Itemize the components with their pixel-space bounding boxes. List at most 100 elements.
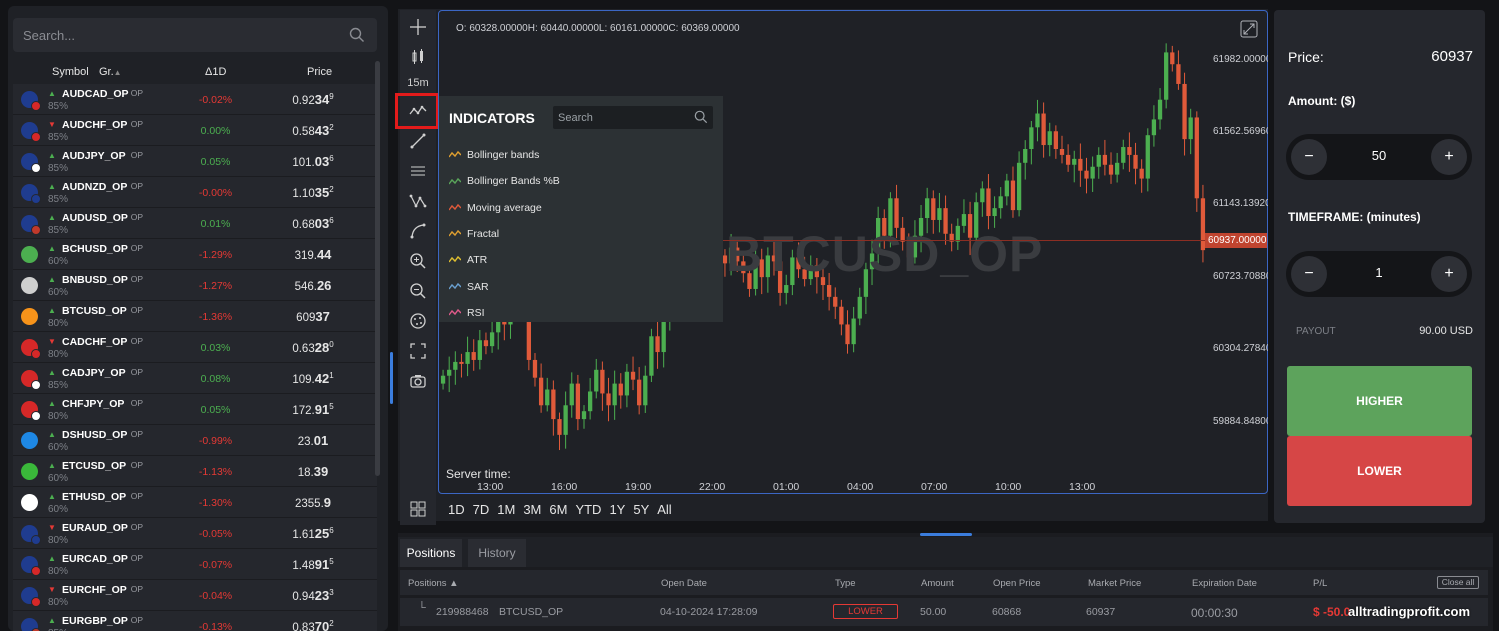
amount-increase-button[interactable]: + — [1431, 139, 1467, 175]
list-item[interactable]: ▼ EURCHF_OP OP 80% -0.04% 0.94233 — [13, 580, 377, 611]
list-item[interactable]: ▲ AUDUSD_OP OP 85% 0.01% 0.68036 — [13, 208, 377, 239]
instrument-search[interactable] — [13, 18, 377, 52]
instrument-change: 0.03% — [200, 342, 231, 354]
list-item[interactable]: ▲ BCHUSD_OP OP 60% -1.29% 319.44 — [13, 239, 377, 270]
indicator-item[interactable]: ATR — [449, 254, 487, 266]
chart-watermark: BTCUSD_OP — [726, 226, 1044, 282]
position-open-price: 60868 — [992, 606, 1022, 618]
col-type[interactable]: Type — [835, 578, 856, 589]
indicators-search-input[interactable] — [553, 106, 688, 129]
period-6m[interactable]: 6M — [549, 502, 567, 517]
list-item[interactable]: ▲ AUDJPY_OP OP 85% 0.05% 101.036 — [13, 146, 377, 177]
layout-icon[interactable] — [403, 496, 433, 522]
indicator-item[interactable]: Bollinger Bands %B — [449, 175, 560, 187]
col-positions[interactable]: Positions ▲ — [408, 578, 459, 589]
header-symbol[interactable]: Symbol — [52, 66, 89, 78]
direction-arrow-icon: ▲ — [48, 151, 56, 160]
instrument-search-input[interactable] — [13, 18, 343, 52]
position-open-date: 04-10-2024 17:28:09 — [660, 606, 758, 618]
list-item[interactable]: ▲ BTCUSD_OP OP 80% -1.36% 60937 — [13, 301, 377, 332]
list-item[interactable]: ▼ CADCHF_OP OP 80% 0.03% 0.63280 — [13, 332, 377, 363]
pattern-icon[interactable] — [403, 188, 433, 214]
indicator-icon — [449, 256, 461, 263]
col-pl[interactable]: P/L — [1313, 578, 1327, 589]
indicator-item[interactable]: Bollinger bands — [449, 149, 539, 161]
list-item[interactable]: ▲ CHFJPY_OP OP 80% 0.05% 172.915 — [13, 394, 377, 425]
time-tick: 07:00 — [921, 481, 948, 493]
list-item[interactable]: ▲EURGBP_OPOP85%-0.13%0.83702 — [13, 611, 377, 631]
period-1d[interactable]: 1D — [448, 502, 465, 517]
period-7d[interactable]: 7D — [473, 502, 490, 517]
search-icon[interactable] — [349, 27, 365, 43]
list-item[interactable]: ▲ CADJPY_OP OP 85% 0.08% 109.421 — [13, 363, 377, 394]
list-item[interactable]: ▲ ETCUSD_OP OP 60% -1.13% 18.39 — [13, 456, 377, 487]
candle-body — [839, 306, 844, 325]
indicator-item[interactable]: SAR — [449, 281, 489, 293]
candle-body — [980, 188, 985, 203]
hlines-icon[interactable] — [403, 158, 433, 184]
tab-history[interactable]: History — [468, 539, 526, 567]
list-item[interactable]: ▲ AUDNZD_OP OP 85% -0.00% 1.10352 — [13, 177, 377, 208]
col-expiration-date[interactable]: Expiration Date — [1192, 578, 1257, 589]
zoom-out-icon[interactable] — [403, 278, 433, 304]
amount-value[interactable]: 50 — [1336, 148, 1422, 163]
list-scrollbar[interactable] — [375, 61, 380, 476]
instrument-price: 1.61256 — [292, 526, 334, 541]
list-item[interactable]: ▼ AUDCHF_OP OP 85% 0.00% 0.58432 — [13, 115, 377, 146]
period-5y[interactable]: 5Y — [633, 502, 649, 517]
trendline-icon[interactable] — [403, 128, 433, 154]
price-axis: 61982.00000 61562.56960 61143.13920 60723.7… — [1206, 10, 1268, 494]
timeframe-decrease-button[interactable]: − — [1291, 256, 1327, 292]
col-market-price[interactable]: Market Price — [1088, 578, 1141, 589]
timeframe-increase-button[interactable]: + — [1431, 256, 1467, 292]
zoom-in-icon[interactable] — [403, 248, 433, 274]
instrument-tag: OP — [130, 429, 144, 439]
list-item[interactable]: ▼ EURAUD_OP OP 80% -0.05% 1.61256 — [13, 518, 377, 549]
candles-icon[interactable] — [403, 44, 433, 70]
period-3m[interactable]: 3M — [523, 502, 541, 517]
list-item[interactable]: ▲ AUDCAD_OP OP 85% -0.02% 0.92349 — [13, 84, 377, 115]
list-item[interactable]: ▲ BNBUSD_OP OP 60% -1.27% 546.26 — [13, 270, 377, 301]
col-open-date[interactable]: Open Date — [661, 578, 707, 589]
instrument-change: 0.00% — [200, 125, 231, 137]
fullscreen-icon[interactable] — [403, 338, 433, 364]
time-tick: 22:00 — [699, 481, 726, 493]
indicators-search[interactable] — [553, 106, 713, 129]
indicator-item[interactable]: Moving average — [449, 202, 542, 214]
instrument-flag-icon — [21, 91, 41, 111]
col-amount[interactable]: Amount — [921, 578, 954, 589]
table-row[interactable]: └ 219988468 BTCUSD_OP 04-10-2024 17:28:0… — [400, 598, 1488, 626]
camera-icon[interactable] — [403, 368, 433, 394]
crosshair-icon[interactable] — [403, 14, 433, 40]
close-all-button[interactable]: Close all — [1437, 576, 1479, 589]
curve-icon[interactable] — [403, 218, 433, 244]
panel-resize-handle-horizontal[interactable] — [920, 533, 972, 536]
instrument-symbol: CADCHF_OP — [62, 336, 128, 348]
instrument-flag-icon — [21, 370, 41, 390]
list-item[interactable]: ▲ ETHUSD_OP OP 60% -1.30% 2355.9 — [13, 487, 377, 518]
period-all[interactable]: All — [657, 502, 671, 517]
period-ytd[interactable]: YTD — [575, 502, 601, 517]
lower-button[interactable]: LOWER — [1287, 436, 1472, 506]
indicator-item[interactable]: RSI — [449, 307, 485, 319]
instrument-payout: 85% — [48, 194, 69, 205]
period-1m[interactable]: 1M — [497, 502, 515, 517]
instrument-change: -0.07% — [198, 559, 233, 571]
tab-positions[interactable]: Positions — [400, 539, 462, 567]
panel-resize-handle[interactable] — [390, 352, 393, 404]
period-1y[interactable]: 1Y — [609, 502, 625, 517]
col-open-price[interactable]: Open Price — [993, 578, 1041, 589]
timeframe-value[interactable]: 1 — [1336, 265, 1422, 280]
direction-arrow-icon: ▲ — [48, 399, 56, 408]
list-item[interactable]: ▲ DSHUSD_OP OP 60% -0.99% 23.01 — [13, 425, 377, 456]
cookie-icon[interactable] — [403, 308, 433, 334]
search-icon[interactable] — [694, 110, 708, 124]
higher-button[interactable]: HIGHER — [1287, 366, 1472, 436]
list-item[interactable]: ▲ EURCAD_OP OP 80% -0.07% 1.48915 — [13, 549, 377, 580]
tree-branch-icon: └ — [418, 602, 426, 614]
header-price[interactable]: Price — [307, 66, 332, 78]
header-group[interactable]: Gr.▲ — [99, 66, 122, 78]
amount-decrease-button[interactable]: − — [1291, 139, 1327, 175]
indicator-item[interactable]: Fractal — [449, 228, 499, 240]
header-delta[interactable]: Δ1D — [205, 66, 226, 78]
